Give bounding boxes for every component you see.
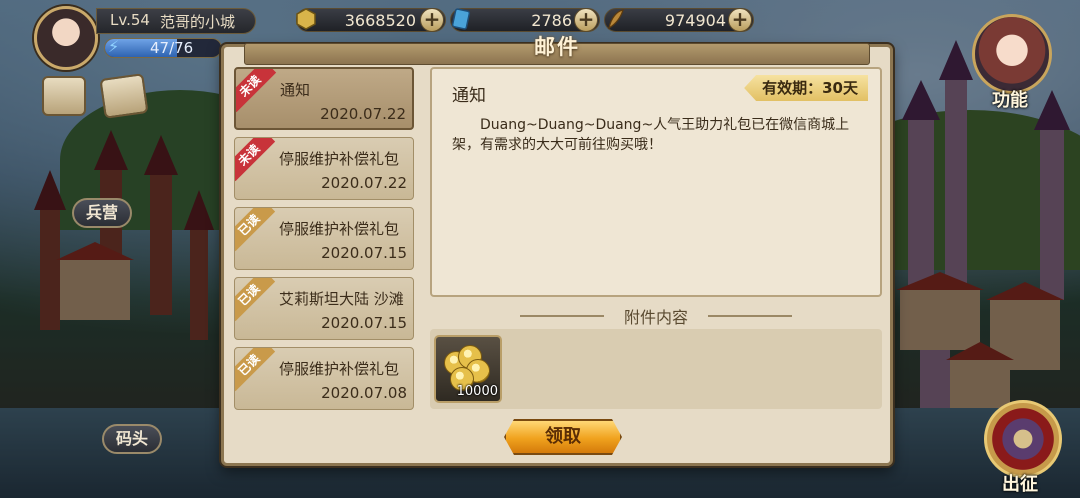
mail-title: 邮件 bbox=[534, 35, 580, 59]
expedition-emblem-icon[interactable] bbox=[984, 400, 1062, 478]
feather-value: 974904 bbox=[664, 11, 726, 30]
add-gold-button[interactable]: + bbox=[420, 8, 444, 32]
player-level: Lv.54 bbox=[110, 11, 150, 29]
feather-icon bbox=[608, 9, 624, 30]
mail-list[interactable]: 未读 通知 2020.07.22 未读 停服维护补偿礼包 2020.07.22 已读 停服维护… bbox=[234, 67, 420, 412]
attachments-title: 附件内容 bbox=[623, 308, 688, 327]
mail-subject: 停服维护补偿礼包 bbox=[279, 360, 400, 378]
attachment-quantity: 10000 bbox=[456, 384, 498, 399]
expedition-label[interactable]: 出征 bbox=[1002, 470, 1038, 496]
mail-item[interactable]: 已读 停服维护补偿礼包 2020.07.08 bbox=[234, 347, 414, 410]
mail-date: 2020.07.15 bbox=[321, 244, 407, 262]
attachment-item[interactable]: 10000 bbox=[434, 335, 502, 403]
add-feather-button[interactable]: + bbox=[728, 8, 752, 32]
mail-header: 邮件 bbox=[224, 35, 890, 67]
city-name: 范哥的小城 bbox=[160, 13, 236, 31]
mail-detail-body: Duang~Duang~Duang~人气王助力礼包已在微信商城上架，有需求的大大… bbox=[452, 117, 850, 153]
mail-date: 2020.07.22 bbox=[321, 174, 407, 192]
energy-value: 47/76 bbox=[150, 39, 194, 57]
mail-date: 2020.07.22 bbox=[320, 105, 406, 123]
gold-ingot-icon bbox=[296, 8, 316, 30]
mail-item[interactable]: 未读 通知 2020.07.22 bbox=[234, 67, 414, 130]
validity-badge: 有效期：30天 bbox=[744, 75, 868, 101]
function-label[interactable]: 功能 bbox=[992, 86, 1028, 112]
mail-panel: 邮件 未读 通知 2020.07.22 未读 停服维护补偿礼包 2020.07.22 已读停… bbox=[221, 35, 893, 466]
read-badge: 已读 bbox=[235, 348, 276, 392]
mail-subject: 通知 bbox=[280, 81, 311, 99]
function-portrait[interactable] bbox=[972, 14, 1052, 94]
mail-detail-title: 通知 bbox=[452, 86, 486, 106]
letter-icon[interactable] bbox=[99, 73, 149, 119]
claim-button[interactable]: 领取 bbox=[504, 419, 622, 455]
mail-subject: 艾莉斯坦大陆 沙滩 bbox=[279, 290, 404, 308]
lightning-icon: ⚡ bbox=[108, 37, 120, 56]
add-gem-button[interactable]: + bbox=[574, 8, 598, 32]
gold-value: 3668520 bbox=[344, 11, 416, 30]
mail-item[interactable]: 已读 停服维护补偿礼包 2020.07.15 bbox=[234, 207, 414, 270]
barracks-label[interactable]: 兵营 bbox=[72, 198, 133, 228]
mail-date: 2020.07.08 bbox=[321, 384, 407, 402]
mail-detail: 通知 有效期：30天 Duang~Duang~Duang~人气王助力礼包已在微信… bbox=[430, 67, 882, 297]
read-badge: 已读 bbox=[235, 208, 276, 252]
mail-subject: 停服维护补偿礼包 bbox=[279, 220, 400, 238]
gem-value: 2786 bbox=[531, 11, 572, 30]
unread-badge: 未读 bbox=[235, 138, 276, 182]
mail-item[interactable]: 已读 艾莉斯坦大陆 沙滩 2020.07.15 bbox=[234, 277, 414, 340]
player-avatar[interactable] bbox=[34, 6, 98, 70]
attachments-area: 10000 bbox=[430, 329, 882, 409]
mail-subject: 停服维护补偿礼包 bbox=[279, 150, 400, 168]
unread-badge: 未读 bbox=[236, 69, 277, 113]
notebook-icon[interactable] bbox=[42, 76, 86, 116]
dock-label[interactable]: 码头 bbox=[102, 424, 163, 454]
mail-date: 2020.07.15 bbox=[321, 314, 407, 332]
divider bbox=[708, 315, 792, 317]
mail-item[interactable]: 未读 停服维护补偿礼包 2020.07.22 bbox=[234, 137, 414, 200]
read-badge: 已读 bbox=[235, 278, 276, 322]
attachments-header: 附件内容 bbox=[430, 302, 882, 328]
blue-gem-icon bbox=[451, 8, 471, 30]
